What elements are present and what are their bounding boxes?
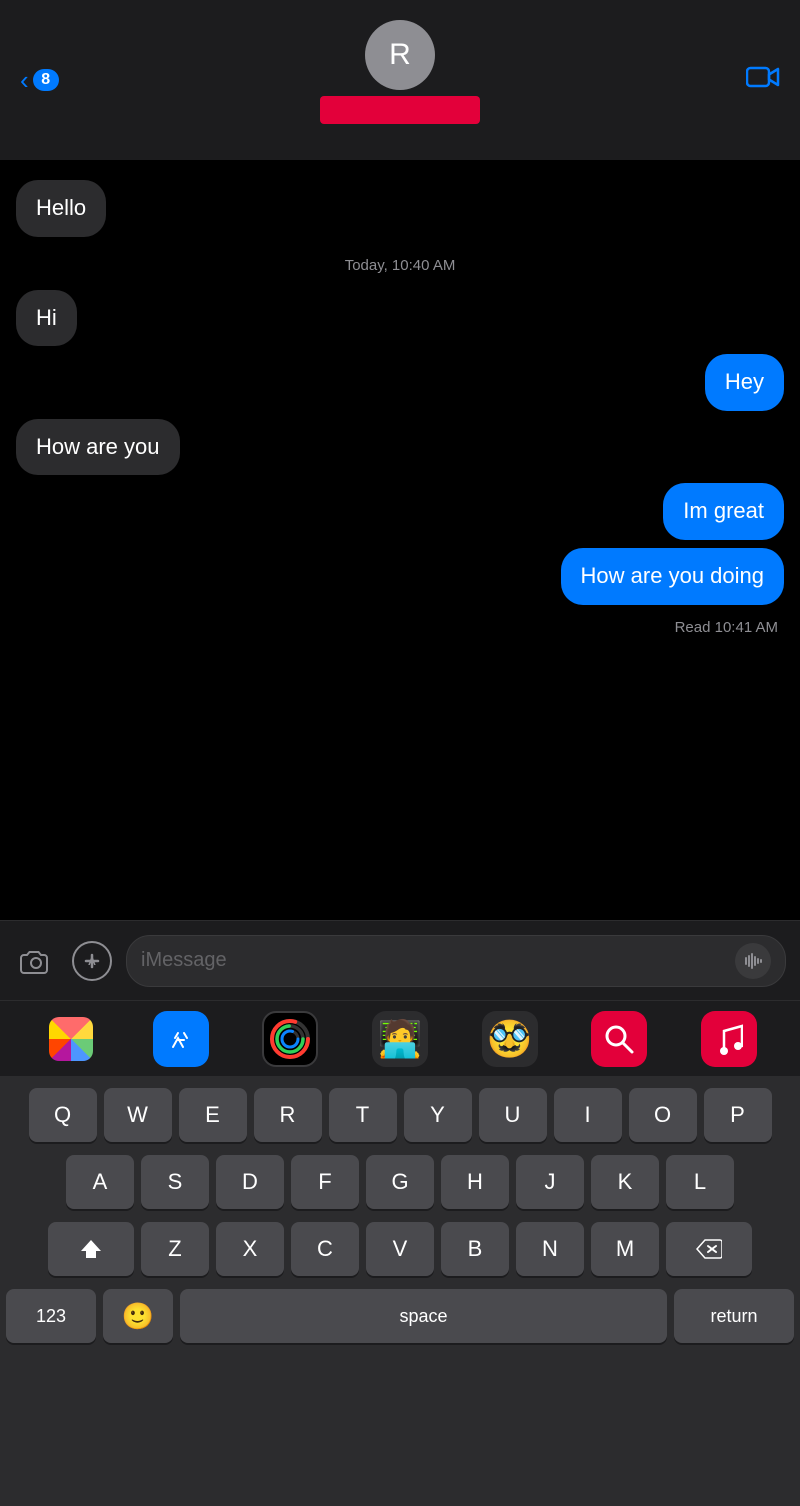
video-call-button[interactable] bbox=[746, 65, 780, 96]
received-bubble: How are you bbox=[16, 419, 180, 476]
key-g[interactable]: G bbox=[366, 1155, 434, 1209]
key-f[interactable]: F bbox=[291, 1155, 359, 1209]
bubble-text: Im great bbox=[683, 498, 764, 523]
bubble-text: Hi bbox=[36, 305, 57, 330]
key-u[interactable]: U bbox=[479, 1088, 547, 1142]
message-bubble-row: Hi bbox=[16, 290, 784, 347]
key-a[interactable]: A bbox=[66, 1155, 134, 1209]
message-bubble-row: Hello bbox=[16, 180, 784, 237]
key-w[interactable]: W bbox=[104, 1088, 172, 1142]
tray-music-icon[interactable] bbox=[701, 1011, 757, 1067]
key-d[interactable]: D bbox=[216, 1155, 284, 1209]
return-key[interactable]: return bbox=[674, 1289, 794, 1343]
space-key[interactable]: space bbox=[180, 1289, 667, 1343]
tray-shazam-icon[interactable] bbox=[591, 1011, 647, 1067]
keyboard: Q W E R T Y U I O P A S D F G H J K L Z … bbox=[0, 1076, 800, 1506]
key-x[interactable]: X bbox=[216, 1222, 284, 1276]
bubble-text: How are you doing bbox=[581, 563, 764, 588]
message-input-wrapper[interactable] bbox=[126, 935, 786, 987]
bubble-text: How are you bbox=[36, 434, 160, 459]
key-v[interactable]: V bbox=[366, 1222, 434, 1276]
sent-bubble: Hey bbox=[705, 354, 784, 411]
space-label: space bbox=[399, 1306, 447, 1327]
key-k[interactable]: K bbox=[591, 1155, 659, 1209]
key-r[interactable]: R bbox=[254, 1088, 322, 1142]
delete-key[interactable] bbox=[666, 1222, 752, 1276]
keyboard-row-1: Q W E R T Y U I O P bbox=[6, 1088, 794, 1142]
message-bubble-row: How are you doing bbox=[16, 548, 784, 605]
app-tray: 🧑‍💻 🥸 bbox=[0, 1000, 800, 1076]
key-e[interactable]: E bbox=[179, 1088, 247, 1142]
read-receipt: Read 10:41 AM bbox=[16, 619, 784, 636]
key-y[interactable]: Y bbox=[404, 1088, 472, 1142]
bubble-text: Hey bbox=[725, 369, 764, 394]
key-h[interactable]: H bbox=[441, 1155, 509, 1209]
key-m[interactable]: M bbox=[591, 1222, 659, 1276]
key-j[interactable]: J bbox=[516, 1155, 584, 1209]
shift-key[interactable] bbox=[48, 1222, 134, 1276]
tray-sticker-icon[interactable]: 🥸 bbox=[482, 1011, 538, 1067]
key-i[interactable]: I bbox=[554, 1088, 622, 1142]
sent-bubble: Im great bbox=[663, 483, 784, 540]
bubble-text: Hello bbox=[36, 195, 86, 220]
keyboard-row-4: 123 🙂 space return bbox=[6, 1289, 794, 1343]
key-o[interactable]: O bbox=[629, 1088, 697, 1142]
keyboard-row-2: A S D F G H J K L bbox=[6, 1155, 794, 1209]
tray-memoji-icon[interactable]: 🧑‍💻 bbox=[372, 1011, 428, 1067]
key-q[interactable]: Q bbox=[29, 1088, 97, 1142]
key-s[interactable]: S bbox=[141, 1155, 209, 1209]
key-z[interactable]: Z bbox=[141, 1222, 209, 1276]
numbers-label: 123 bbox=[36, 1306, 66, 1327]
return-label: return bbox=[710, 1306, 757, 1327]
numbers-key[interactable]: 123 bbox=[6, 1289, 96, 1343]
avatar[interactable]: R bbox=[365, 20, 435, 90]
received-bubble: Hi bbox=[16, 290, 77, 347]
input-area: A bbox=[0, 920, 800, 1000]
key-p[interactable]: P bbox=[704, 1088, 772, 1142]
message-bubble-row: Hey bbox=[16, 354, 784, 411]
message-bubble-row: How are you bbox=[16, 419, 784, 476]
sent-bubble: How are you doing bbox=[561, 548, 784, 605]
timestamp: Today, 10:40 AM bbox=[16, 257, 784, 274]
message-bubble-row: Im great bbox=[16, 483, 784, 540]
key-c[interactable]: C bbox=[291, 1222, 359, 1276]
camera-button[interactable] bbox=[14, 939, 58, 983]
svg-text:A: A bbox=[88, 956, 96, 968]
back-button[interactable]: ‹ 8 bbox=[20, 65, 59, 96]
audio-button[interactable] bbox=[735, 943, 771, 979]
contact-header: R bbox=[320, 20, 480, 124]
header: ‹ 8 R bbox=[0, 0, 800, 160]
key-l[interactable]: L bbox=[666, 1155, 734, 1209]
tray-photos-icon[interactable] bbox=[43, 1011, 99, 1067]
keyboard-row-3: Z X C V B N M bbox=[6, 1222, 794, 1276]
contact-name-bar bbox=[320, 96, 480, 124]
apps-button[interactable]: A bbox=[70, 939, 114, 983]
message-input[interactable] bbox=[141, 949, 735, 972]
emoji-key[interactable]: 🙂 bbox=[103, 1289, 173, 1343]
key-n[interactable]: N bbox=[516, 1222, 584, 1276]
tray-fitness-icon[interactable] bbox=[262, 1011, 318, 1067]
key-t[interactable]: T bbox=[329, 1088, 397, 1142]
back-badge: 8 bbox=[33, 69, 59, 91]
key-b[interactable]: B bbox=[441, 1222, 509, 1276]
received-bubble: Hello bbox=[16, 180, 106, 237]
tray-appstore-icon[interactable] bbox=[153, 1011, 209, 1067]
back-chevron-icon: ‹ bbox=[20, 65, 29, 96]
messages-area: Hello Today, 10:40 AM Hi Hey How are you… bbox=[0, 160, 800, 920]
